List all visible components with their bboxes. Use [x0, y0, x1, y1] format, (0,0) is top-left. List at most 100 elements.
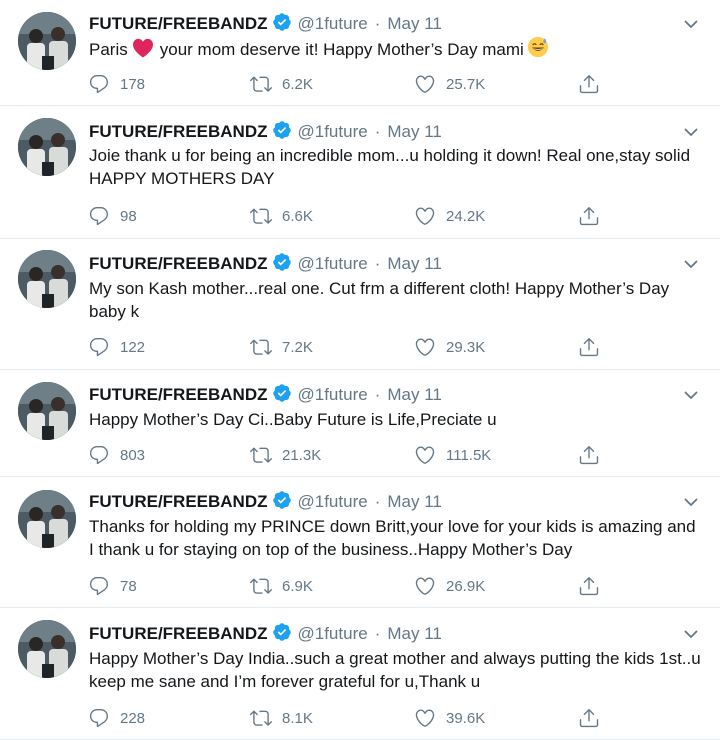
- reply-button-count: 122: [120, 338, 146, 356]
- tweet-date[interactable]: May 11: [387, 492, 442, 511]
- tweet-date[interactable]: May 11: [387, 14, 442, 33]
- username-handle[interactable]: @1future: [298, 624, 368, 643]
- share-button[interactable]: [578, 204, 610, 228]
- tweet[interactable]: FUTURE/FREEBANDZ @1future · May 11 Happy M…: [0, 608, 720, 740]
- avatar[interactable]: [18, 12, 76, 70]
- chevron-down-icon[interactable]: [682, 386, 700, 404]
- like-button[interactable]: 24.2K: [414, 204, 485, 228]
- tweet-text-content: Joie thank u for being an incredible mom…: [89, 146, 691, 188]
- username-handle[interactable]: @1future: [298, 254, 368, 273]
- reply-icon: [88, 336, 120, 358]
- display-name[interactable]: FUTURE/FREEBANDZ: [89, 624, 268, 643]
- verified-badge-icon: [272, 12, 292, 32]
- like-button[interactable]: 26.9K: [414, 574, 485, 598]
- tweet-text: Paris your mom deserve it! Happy Mother’…: [89, 36, 704, 61]
- share-button[interactable]: [578, 72, 610, 96]
- chevron-down-icon[interactable]: [682, 15, 700, 33]
- heart-icon: [414, 205, 446, 227]
- reply-icon: [88, 575, 120, 597]
- retweet-button-count: 6.2K: [282, 75, 313, 93]
- tweet-date[interactable]: May 11: [387, 254, 442, 273]
- display-name[interactable]: FUTURE/FREEBANDZ: [89, 122, 268, 141]
- reply-button[interactable]: 122: [88, 335, 145, 359]
- heart-icon: [414, 575, 446, 597]
- like-button-count: 29.3K: [446, 338, 486, 356]
- separator-dot: ·: [374, 624, 381, 643]
- display-name[interactable]: FUTURE/FREEBANDZ: [89, 14, 268, 33]
- like-button[interactable]: 29.3K: [414, 335, 485, 359]
- like-button[interactable]: 39.6K: [414, 706, 485, 730]
- tweet-text-content: My son Kash mother...real one. Cut frm a…: [89, 279, 670, 321]
- reply-icon: [88, 707, 120, 729]
- tweet-date[interactable]: May 11: [387, 624, 442, 643]
- tweet-actions: 98 6.6K 24.2K: [88, 204, 608, 228]
- retweet-button[interactable]: 6.9K: [250, 574, 313, 598]
- tweet-actions: 228 8.1K 39.6K: [88, 706, 608, 730]
- verified-badge-icon: [272, 383, 292, 403]
- red-heart-emoji-icon: [132, 38, 154, 58]
- like-button[interactable]: 111.5K: [414, 443, 491, 467]
- share-button[interactable]: [578, 335, 610, 359]
- reply-icon: [88, 444, 120, 466]
- tweet-date[interactable]: May 11: [387, 385, 442, 404]
- tweet-text-start: Paris: [89, 40, 128, 59]
- like-button-count: 111.5K: [446, 446, 492, 464]
- chevron-down-icon[interactable]: [682, 493, 700, 511]
- username-handle[interactable]: @1future: [298, 492, 368, 511]
- display-name[interactable]: FUTURE/FREEBANDZ: [89, 492, 268, 511]
- reply-button[interactable]: 803: [88, 443, 145, 467]
- retweet-icon: [250, 444, 282, 466]
- reply-button[interactable]: 78: [88, 574, 137, 598]
- chevron-down-icon[interactable]: [682, 625, 700, 643]
- tweet-header: FUTURE/FREEBANDZ @1future · May 11: [89, 490, 442, 512]
- avatar[interactable]: [18, 118, 76, 176]
- tweet-text-content: Happy Mother’s Day Ci..Baby Future is Li…: [89, 410, 497, 429]
- tweet-date[interactable]: May 11: [387, 122, 442, 141]
- share-icon: [578, 444, 610, 466]
- separator-dot: ·: [374, 254, 381, 273]
- heart-icon: [414, 707, 446, 729]
- display-name[interactable]: FUTURE/FREEBANDZ: [89, 254, 268, 273]
- retweet-button[interactable]: 8.1K: [250, 706, 313, 730]
- verified-badge-icon: [272, 120, 292, 140]
- tweet-actions: 803 21.3K 111.5K: [88, 443, 608, 467]
- tweet-header: FUTURE/FREEBANDZ @1future · May 11: [89, 383, 442, 405]
- retweet-icon: [250, 575, 282, 597]
- retweet-button[interactable]: 21.3K: [250, 443, 321, 467]
- avatar[interactable]: [18, 620, 76, 678]
- retweet-button[interactable]: 6.2K: [250, 72, 313, 96]
- chevron-down-icon[interactable]: [682, 255, 700, 273]
- tweet-text: Happy Mother’s Day Ci..Baby Future is Li…: [89, 408, 704, 431]
- share-button[interactable]: [578, 574, 610, 598]
- tweet-text: Happy Mother’s Day India..such a great m…: [89, 647, 704, 693]
- avatar[interactable]: [18, 382, 76, 440]
- heart-icon: [414, 336, 446, 358]
- tweet[interactable]: FUTURE/FREEBANDZ @1future · May 11 My son …: [0, 239, 720, 370]
- share-button[interactable]: [578, 443, 610, 467]
- tweet-header: FUTURE/FREEBANDZ @1future · May 11: [89, 252, 442, 274]
- verified-badge-icon: [272, 252, 292, 272]
- chevron-down-icon[interactable]: [682, 123, 700, 141]
- like-button[interactable]: 25.7K: [414, 72, 485, 96]
- avatar[interactable]: [18, 250, 76, 308]
- tweet[interactable]: FUTURE/FREEBANDZ @1future · May 11 Happy M…: [0, 370, 720, 477]
- username-handle[interactable]: @1future: [298, 122, 368, 141]
- share-button[interactable]: [578, 706, 610, 730]
- reply-button[interactable]: 98: [88, 204, 137, 228]
- retweet-button-count: 8.1K: [282, 709, 313, 727]
- username-handle[interactable]: @1future: [298, 385, 368, 404]
- reply-button[interactable]: 178: [88, 72, 145, 96]
- retweet-button[interactable]: 7.2K: [250, 335, 313, 359]
- tweet[interactable]: FUTURE/FREEBANDZ @1future · May 11 Paris y…: [0, 0, 720, 106]
- tweet[interactable]: FUTURE/FREEBANDZ @1future · May 11 Joie th…: [0, 106, 720, 239]
- retweet-icon: [250, 73, 282, 95]
- username-handle[interactable]: @1future: [298, 14, 368, 33]
- verified-badge-icon: [272, 490, 292, 510]
- tweet[interactable]: FUTURE/FREEBANDZ @1future · May 11 Thanks …: [0, 477, 720, 608]
- tweet-text-content: Happy Mother’s Day India..such a great m…: [89, 649, 701, 691]
- retweet-button[interactable]: 6.6K: [250, 204, 313, 228]
- display-name[interactable]: FUTURE/FREEBANDZ: [89, 385, 268, 404]
- retweet-button-count: 6.6K: [282, 207, 313, 225]
- avatar[interactable]: [18, 490, 76, 548]
- reply-button[interactable]: 228: [88, 706, 145, 730]
